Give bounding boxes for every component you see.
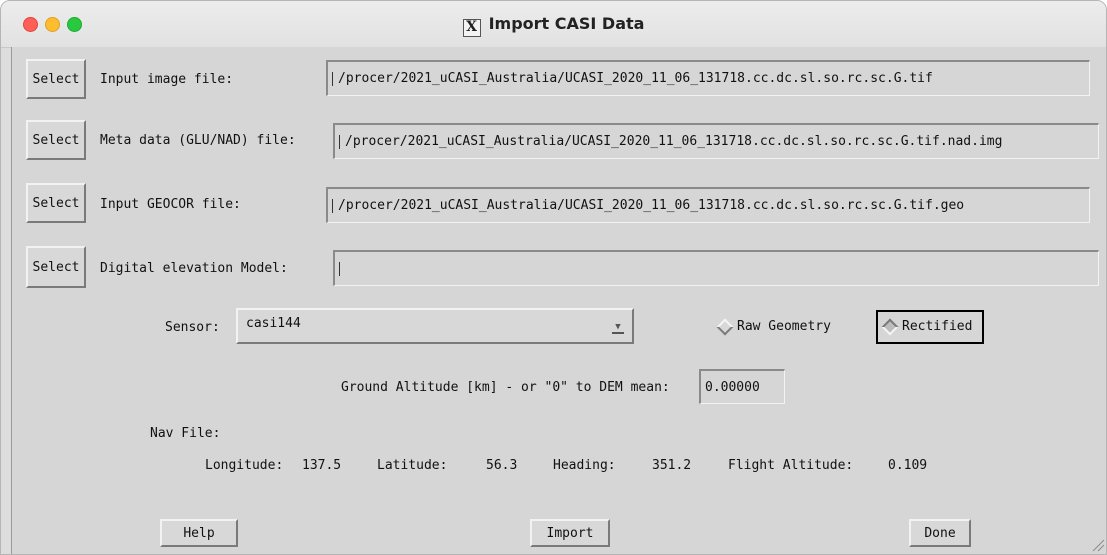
radio-diamond-icon <box>881 318 899 335</box>
radio-diamond-icon <box>716 318 734 335</box>
help-button[interactable]: Help <box>160 519 238 547</box>
geocor-value: /procer/2021_uCASI_Australia/UCASI_2020_… <box>338 198 965 213</box>
latitude-value: 56.3 <box>486 458 518 473</box>
raw-geometry-radio[interactable]: Raw Geometry <box>716 318 831 335</box>
dialog-panel: Select Input image file: /procer/2021_uC… <box>11 47 1106 554</box>
latitude-label: Latitude: <box>377 458 448 473</box>
import-casi-window: X Import CASI Data Select Input image fil… <box>0 0 1107 555</box>
done-button[interactable]: Done <box>909 519 971 547</box>
select-input-image-button[interactable]: Select <box>26 59 86 99</box>
meta-data-label: Meta data (GLU/NAD) file: <box>100 133 296 148</box>
select-dem-button[interactable]: Select <box>26 246 86 288</box>
input-image-value: /procer/2021_uCASI_Australia/UCASI_2020_… <box>338 71 933 86</box>
import-button[interactable]: Import <box>530 519 610 547</box>
sensor-label: Sensor: <box>165 320 220 335</box>
meta-data-value: /procer/2021_uCASI_Australia/UCASI_2020_… <box>345 134 1003 149</box>
input-image-field[interactable]: /procer/2021_uCASI_Australia/UCASI_2020_… <box>326 60 1090 96</box>
dropdown-arrow-icon: ▼ <box>612 322 624 334</box>
geocor-label: Input GEOCOR file: <box>100 197 241 212</box>
sensor-dropdown[interactable]: casi144 ▼ <box>236 308 634 344</box>
ground-altitude-value: 0.00000 <box>705 379 760 395</box>
text-cursor-icon <box>332 71 337 86</box>
x11-icon: X <box>462 19 481 37</box>
longitude-value: 137.5 <box>302 458 342 473</box>
meta-data-field[interactable]: /procer/2021_uCASI_Australia/UCASI_2020_… <box>333 123 1099 159</box>
select-meta-data-button[interactable]: Select <box>26 120 86 160</box>
sensor-value: casi144 <box>246 316 301 331</box>
title-bar[interactable]: X Import CASI Data <box>1 1 1106 48</box>
dem-field[interactable] <box>333 250 1099 286</box>
flight-altitude-value: 0.109 <box>888 458 928 473</box>
ground-altitude-label: Ground Altitude [km] - or "0" to DEM mea… <box>341 380 670 395</box>
select-geocor-button[interactable]: Select <box>26 183 86 223</box>
heading-label: Heading: <box>553 458 616 473</box>
heading-value: 351.2 <box>652 458 692 473</box>
nav-file-label: Nav File: <box>150 426 221 441</box>
rectified-radio[interactable]: Rectified <box>881 318 973 335</box>
input-image-label: Input image file: <box>100 72 234 87</box>
ground-altitude-field[interactable]: 0.00000 <box>699 369 785 404</box>
longitude-label: Longitude: <box>205 458 284 473</box>
window-title: Import CASI Data <box>488 14 645 33</box>
geocor-field[interactable]: /procer/2021_uCASI_Australia/UCASI_2020_… <box>326 187 1090 223</box>
resize-grip-icon[interactable] <box>1091 538 1105 552</box>
window-title-wrap: X Import CASI Data <box>1 14 1106 37</box>
dem-label: Digital elevation Model: <box>100 261 288 276</box>
raw-geometry-label: Raw Geometry <box>737 319 831 334</box>
text-cursor-icon <box>332 198 337 213</box>
flight-altitude-label: Flight Altitude: <box>728 458 854 473</box>
text-cursor-icon <box>339 261 344 276</box>
text-cursor-icon <box>339 134 344 149</box>
rectified-label: Rectified <box>902 319 973 334</box>
